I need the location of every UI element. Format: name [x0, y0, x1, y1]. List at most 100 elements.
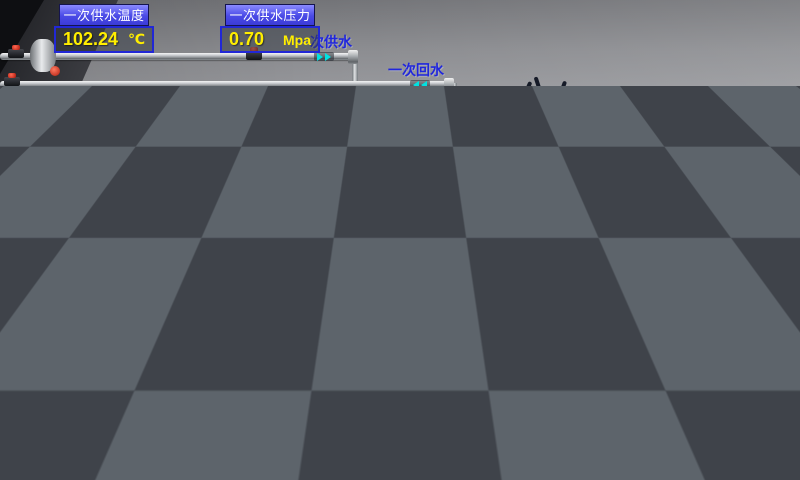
tank-hatch [80, 364, 132, 414]
pump-indicator [214, 386, 224, 405]
tank-ladder [160, 318, 180, 426]
pipe-label-secondary-return: 二次回水 [710, 307, 766, 327]
pipe-label-secondary-supply: 二次供水 [692, 148, 748, 168]
gauge-title: 阀门开度值 [357, 148, 447, 170]
gauge-title: 二次回水温度 [695, 241, 785, 263]
gauge-value: 0.38 [585, 111, 620, 132]
pump-indicator [502, 204, 512, 223]
flow-arrow-right-icon [692, 137, 712, 146]
gauge-unit: m³/h [309, 130, 339, 146]
gauge-value: 33.88 [285, 401, 330, 422]
gauge-unit: Mpa [639, 114, 667, 130]
gauge-valve-opening: 阀门开度值 5.92% [352, 148, 452, 197]
gauge-value: 1.10 [39, 323, 74, 344]
gauge-unit: Mpa [203, 130, 231, 146]
pump-motor [428, 196, 452, 230]
hmi-scene: 一次供水 一次回水 二次供水 二次回水 补水 一次供水温度 102.24℃ 一次… [0, 0, 800, 480]
gauge-value: 0.27 [585, 266, 620, 287]
tank-seam [70, 358, 72, 470]
gauge-title: 一次回水温度 [33, 102, 123, 124]
flow-arrow-right-icon [554, 387, 574, 396]
gauge-value: 5.92 [361, 173, 396, 194]
tank-vent-pipe [126, 290, 161, 329]
gauge-secondary-supply-pressure: 二次供水压力 0.38 Mpa [576, 86, 676, 135]
pump-indicator [436, 204, 446, 223]
gauge-title: 一次供水压力 [225, 4, 315, 26]
pump-base [476, 265, 536, 283]
pump-base [188, 447, 248, 465]
shutoff-valve[interactable] [4, 73, 20, 87]
pipe-secondary-return [458, 297, 800, 304]
pump-volute [421, 235, 459, 257]
gauge-primary-supply-pressure: 一次供水压力 0.70 Mpa [220, 4, 320, 53]
gauge-title: 一次供水温度 [59, 4, 149, 26]
pipe-flange [610, 384, 622, 399]
pipe-label-primary-return: 一次回水 [388, 60, 444, 80]
gauge-value: 31.80 [257, 127, 302, 148]
pipe-makeup-loop-right [498, 390, 504, 426]
gauge-value: 102.24 [63, 29, 118, 50]
drain-valve[interactable] [547, 306, 563, 320]
gauge-secondary-supply-temp: 二次供水温度 40.70 ℃ [690, 86, 790, 135]
gauge-unit: ℃ [102, 129, 119, 146]
pump-motor [494, 196, 518, 230]
exchanger-port [546, 202, 562, 217]
pipe-primary-return [0, 81, 452, 88]
flow-arrow-right-icon [314, 52, 334, 61]
pipe-return-branch [455, 332, 573, 339]
gauge-value: 40.70 [699, 111, 744, 132]
gauge-primary-supply-temp: 一次供水温度 102.24 ℃ [54, 4, 154, 53]
pipe-mid-drop [470, 138, 476, 245]
shutoff-valve[interactable] [8, 45, 24, 59]
tank-hatch [10, 368, 62, 418]
gauge-unit: ℃ [128, 31, 145, 48]
flow-arrow-left-icon [410, 80, 430, 89]
pipe-supply-drop [352, 55, 358, 139]
gauge-value: 0.39 [149, 127, 184, 148]
pump-indicator [252, 330, 262, 349]
gauge-title: 二次供水温度 [695, 86, 785, 108]
pipe-flange [348, 50, 358, 64]
pump-motor [206, 378, 230, 412]
gauge-title: 二次供水压力 [581, 86, 671, 108]
makeup-pump-2[interactable] [196, 378, 240, 465]
pump-base [410, 265, 470, 283]
pump-volute [487, 235, 525, 257]
gauge-secondary-return-pressure: 二次回水压力 0.27Mpa [576, 241, 676, 290]
gauge-unit: Hz [350, 404, 367, 420]
pipe-label-makeup: 补水 [566, 396, 594, 416]
gauge-makeup-pump-frequency: 补水泵频率 33.88 Hz [276, 376, 376, 425]
tank-seam [0, 430, 152, 432]
gauge-unit: % [431, 176, 443, 192]
control-valve[interactable] [388, 108, 406, 138]
secondary-return-valve[interactable] [779, 289, 795, 303]
exchanger-port [540, 128, 556, 143]
circulation-pump-2[interactable] [484, 196, 528, 283]
gauge-title: 水箱液位高度 [35, 298, 125, 320]
gauge-title: 一次网流量 [253, 102, 343, 124]
pipe-flange [447, 132, 457, 146]
makeup-pump-1[interactable] [234, 322, 278, 409]
circulation-pump-1[interactable] [418, 196, 462, 283]
gauge-unit: Mpa [283, 32, 311, 48]
pump-volute [237, 361, 275, 383]
flow-arrow-left-icon [725, 296, 745, 305]
gauge-unit: ℃ [764, 113, 781, 130]
pipe-flange [444, 78, 454, 92]
gauge-value: 0.70 [229, 29, 264, 50]
gauge-unit: m³ [104, 326, 121, 342]
gauge-primary-return-pressure: 一次回水压力 0.39 Mpa [140, 102, 240, 151]
flow-arrow-left-icon [516, 331, 536, 340]
gauge-tank-level: 水箱液位高度 1.10 m³ [30, 298, 130, 347]
gauge-secondary-return-temp: 二次回水温度 36.63℃ [690, 241, 790, 290]
gauge-unit: ℃ [764, 268, 781, 285]
flow-arrow-left-icon [489, 296, 509, 305]
pressure-gauge-icon [50, 66, 60, 76]
gauge-title: 补水泵频率 [281, 376, 371, 398]
pump-motor [244, 322, 268, 356]
pipe-secondary-supply [568, 138, 800, 145]
exchanger-port [514, 124, 530, 139]
gauge-primary-return-temp: 一次回水温度 37.95℃ [28, 102, 128, 151]
gauge-title: 一次回水压力 [145, 102, 235, 124]
pipe-primary-to-exchanger [356, 136, 512, 143]
